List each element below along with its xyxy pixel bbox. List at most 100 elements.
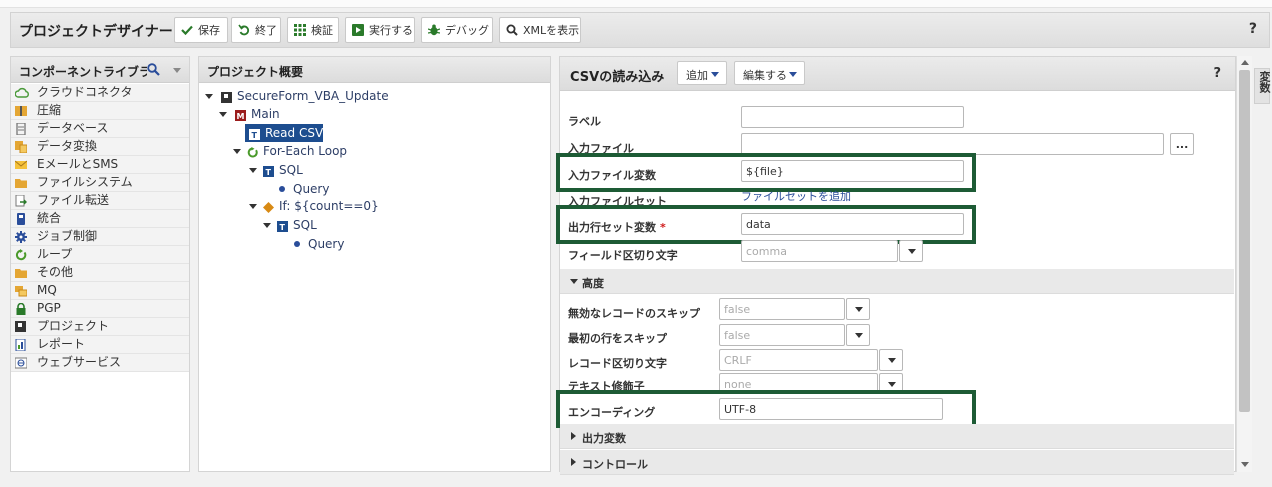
variables-side-tab[interactable]: 変数 [1254,68,1271,104]
transform-node-icon: T [263,164,274,177]
tree-node-read-csv[interactable]: T Read CSV [245,124,323,142]
expand-arrow-icon[interactable] [263,223,271,228]
library-item-data-transform[interactable]: データ変換 [11,138,189,156]
tree-node-query[interactable]: Query [294,235,414,253]
project-overview-panel: プロジェクト概要 SecureForm_VBA_Update M Main T … [198,56,551,472]
library-item-mq[interactable]: MQ [11,282,189,300]
tree-node-sql[interactable]: T SQL [263,216,413,234]
tree-node-query[interactable]: Query [279,180,399,198]
library-item-label: データ変換 [37,139,98,153]
project-icon [221,90,232,103]
scrollbar[interactable] [1236,56,1252,472]
tree-node-for-each-loop[interactable]: For-Each Loop [233,142,433,160]
tree-node-label: Query [293,182,330,196]
database-icon [15,122,27,136]
toolbar: プロジェクトデザイナー 保存 終了 検証 実行する デバッグ XMLを表示 ? [10,12,1270,48]
exit-button[interactable]: 終了 [231,17,281,43]
add-menu-button[interactable]: 追加 [677,61,727,85]
expand-arrow-icon[interactable] [249,204,257,209]
library-item-compression[interactable]: 圧縮 [11,102,189,120]
library-item-other[interactable]: その他 [11,264,189,282]
library-item-label: その他 [37,265,74,279]
input-file-input[interactable] [741,133,1164,155]
tree-node-sql[interactable]: T SQL [249,161,399,179]
library-item-file-transfer[interactable]: ファイル転送 [11,192,189,210]
label-input[interactable] [741,106,964,128]
scroll-up-icon[interactable] [1241,60,1249,65]
expand-arrow-icon[interactable] [219,112,227,117]
save-button[interactable]: 保存 [174,17,228,43]
debug-button[interactable]: デバッグ [421,17,493,43]
component-library-panel: コンポーネントライブラリ クラウドコネクタ 圧縮 データベース データ変換 Eメ… [10,56,190,472]
library-item-integration[interactable]: 統合 [11,210,189,228]
output-variables-section-title: 出力変数 [582,432,626,445]
browse-file-button[interactable]: ... [1170,133,1194,155]
bullet-icon [279,186,285,192]
add-fileset-link[interactable]: ファイルセットを追加 [741,188,851,204]
chevron-down-icon[interactable] [173,68,181,73]
chevron-down-icon[interactable] [879,349,903,371]
chevron-down-icon[interactable] [899,240,923,262]
library-item-file-system[interactable]: ファイルシステム [11,174,189,192]
save-label: 保存 [198,24,220,37]
skip-invalid-label: 無効なレコードのスキップ [568,307,700,320]
condition-diamond-icon [263,200,274,213]
help-button[interactable]: ? [1249,21,1257,37]
main-icon: M [235,108,246,121]
tree-node-main[interactable]: M Main [219,105,419,123]
library-item-web-services[interactable]: ウェブサービス [11,354,189,372]
loop-icon [15,249,27,261]
expand-arrow-icon [571,432,576,440]
skip-invalid-select[interactable] [719,298,845,320]
run-button[interactable]: 実行する [345,17,415,43]
library-item-label: ファイルシステム [37,175,133,189]
mq-icon [15,285,28,297]
undo-icon [238,24,250,36]
tree-node-label: SQL [279,163,303,177]
chevron-down-icon[interactable] [846,324,870,346]
library-item-label: ループ [37,247,73,261]
transform-icon [15,141,28,154]
svg-text:T: T [266,168,272,177]
scrollbar-thumb[interactable] [1239,70,1250,412]
library-item-email-sms[interactable]: EメールとSMS [11,156,189,174]
library-item-report[interactable]: レポート [11,336,189,354]
transform-node-icon: T [249,127,260,140]
expand-arrow-icon[interactable] [205,94,213,99]
skip-first-select[interactable] [719,324,845,346]
output-variables-section-header[interactable]: 出力変数 [560,424,1234,449]
library-item-loop[interactable]: ループ [11,246,189,264]
library-item-project[interactable]: プロジェクト [11,318,189,336]
tree-node-if[interactable]: If: ${count==0} [249,197,449,215]
library-item-pgp[interactable]: PGP [11,300,189,318]
help-button[interactable]: ? [1213,66,1221,81]
library-item-label: ファイル転送 [37,193,110,207]
expand-arrow-icon[interactable] [249,168,257,173]
grid-icon [294,24,306,36]
advanced-section-title: 高度 [582,277,604,290]
validate-button[interactable]: 検証 [287,17,339,43]
loop-icon [247,145,258,158]
show-xml-button[interactable]: XMLを表示 [499,17,581,43]
search-icon[interactable] [147,63,160,79]
tree-node-label: SecureForm_VBA_Update [237,89,389,103]
edit-menu-button[interactable]: 編集する [734,61,805,85]
tree-node-label: If: ${count==0} [279,199,379,213]
scroll-down-icon[interactable] [1241,462,1249,467]
tree-node-project[interactable]: SecureForm_VBA_Update [205,87,505,105]
library-item-database[interactable]: データベース [11,120,189,138]
add-menu-label: 追加 [686,69,708,82]
field-delimiter-select[interactable] [741,240,898,262]
advanced-section-header[interactable]: 高度 [560,269,1234,294]
chevron-down-icon[interactable] [846,298,870,320]
control-section-header[interactable]: コントロール [560,450,1234,475]
svg-text:T: T [280,223,286,232]
library-item-cloud-connectors[interactable]: クラウドコネクタ [11,84,189,102]
record-delimiter-select[interactable] [719,349,878,371]
expand-arrow-icon[interactable] [233,149,241,154]
library-item-job-control[interactable]: ジョブ制御 [11,228,189,246]
project-overview-header: プロジェクト概要 [199,57,550,83]
library-item-label: 統合 [37,211,62,225]
library-item-label: クラウドコネクタ [37,85,133,99]
compress-icon [15,105,27,117]
